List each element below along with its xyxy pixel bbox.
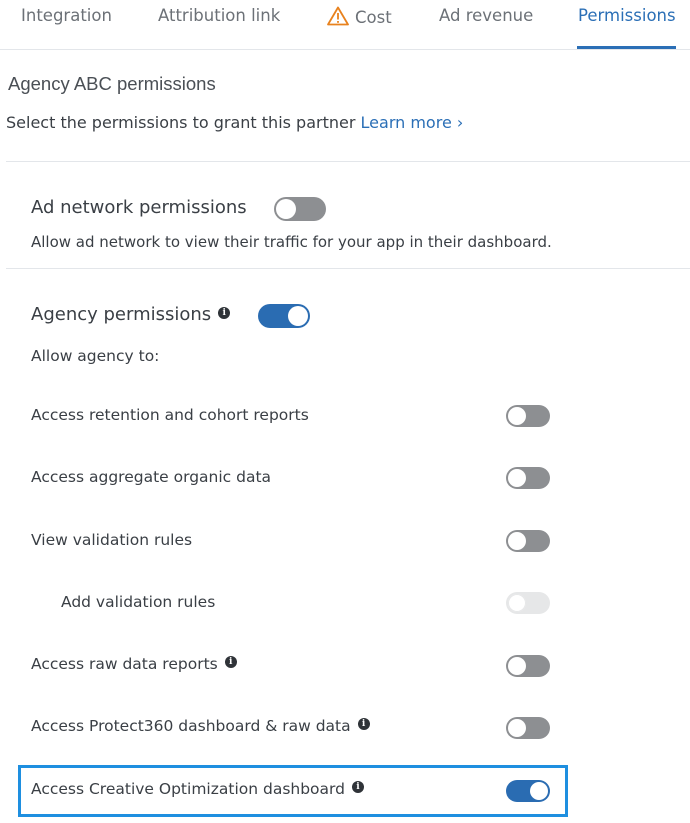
agency-permissions-label: Agency permissions (31, 304, 212, 325)
permission-organic-toggle[interactable] (506, 467, 550, 489)
permission-retention-label: Access retention and cohort reports (31, 406, 309, 424)
permission-protect360-heading: Access Protect360 dashboard & raw data i (31, 717, 370, 735)
toggle-knob (508, 407, 526, 425)
permission-add-validation-toggle (506, 592, 550, 614)
permission-creative-optimization-heading: Access Creative Optimization dashboard i (31, 780, 364, 798)
toggle-knob (508, 719, 526, 737)
subtitle-text: Select the permissions to grant this par… (6, 113, 356, 132)
ad-network-permissions-label: Ad network permissions (31, 197, 247, 218)
page-subtitle: Select the permissions to grant this par… (6, 113, 463, 132)
toggle-knob (508, 469, 526, 487)
active-tab-indicator (577, 46, 676, 49)
tab-ad-revenue[interactable]: Ad revenue (439, 6, 533, 25)
tab-cost-label: Cost (355, 8, 392, 27)
info-icon[interactable]: i (357, 718, 370, 730)
permission-view-validation-toggle[interactable] (506, 530, 550, 552)
toggle-knob (288, 306, 308, 326)
learn-more-link[interactable]: Learn more › (361, 113, 464, 132)
permission-retention-toggle[interactable] (506, 405, 550, 427)
toggle-knob (508, 532, 526, 550)
tab-bar: Integration Attribution link Cost Ad rev… (0, 0, 690, 50)
toggle-knob (508, 657, 526, 675)
agency-intro: Allow agency to: (31, 347, 160, 365)
permission-organic-label: Access aggregate organic data (31, 468, 272, 486)
permission-protect360-toggle[interactable] (506, 717, 550, 739)
permission-view-validation-label: View validation rules (31, 531, 193, 549)
toggle-knob (508, 594, 526, 612)
tab-permissions[interactable]: Permissions (578, 6, 676, 25)
permission-add-validation-label: Add validation rules (61, 593, 216, 611)
tab-integration[interactable]: Integration (21, 6, 112, 25)
ad-network-permissions-toggle[interactable] (274, 197, 326, 221)
agency-permissions-heading: Agency permissions i (31, 304, 231, 325)
divider (6, 161, 690, 162)
info-icon[interactable]: i (218, 307, 231, 319)
permission-raw-data-toggle[interactable] (506, 655, 550, 677)
toggle-knob (276, 199, 296, 219)
permission-raw-data-label: Access raw data reports (31, 655, 218, 673)
tab-cost[interactable]: Cost (327, 6, 392, 27)
divider (6, 268, 690, 269)
permission-protect360-label: Access Protect360 dashboard & raw data (31, 717, 351, 735)
tab-attribution-link[interactable]: Attribution link (158, 6, 280, 25)
info-icon[interactable]: i (351, 781, 364, 793)
info-icon[interactable]: i (224, 656, 237, 668)
permission-raw-data-heading: Access raw data reports i (31, 655, 237, 673)
page-title: Agency ABC permissions (8, 73, 216, 94)
ad-network-description: Allow ad network to view their traffic f… (31, 233, 552, 251)
agency-permissions-toggle[interactable] (258, 304, 310, 328)
toggle-knob (530, 782, 548, 800)
permission-creative-optimization-toggle[interactable] (506, 780, 550, 802)
permission-creative-optimization-label: Access Creative Optimization dashboard (31, 780, 345, 798)
warning-icon (327, 6, 349, 26)
